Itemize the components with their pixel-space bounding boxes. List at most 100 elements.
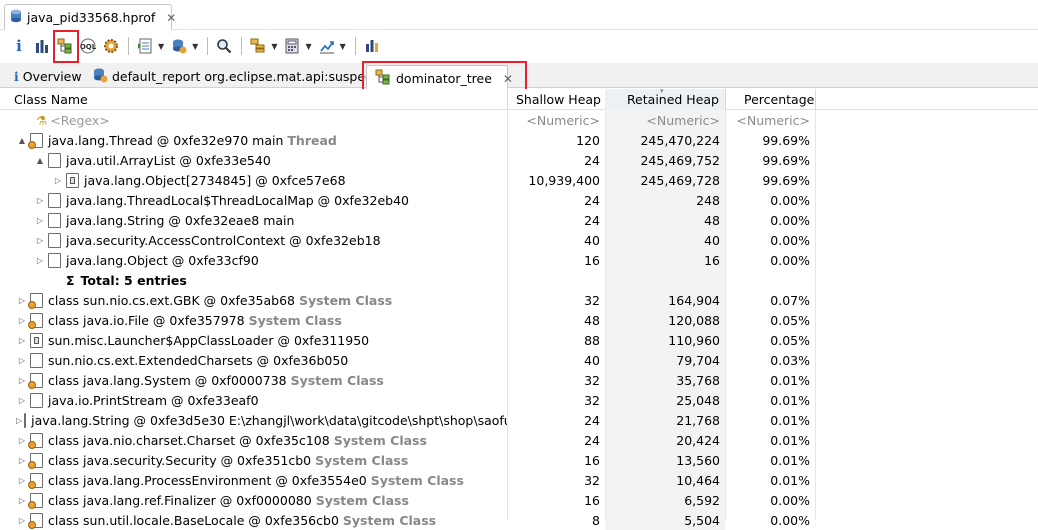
table-row[interactable]: ▷ java.io.PrintStream @ 0xfe33eaf0 32 25,04… (0, 390, 1038, 410)
expand-arrow-icon[interactable]: ▷ (16, 316, 28, 325)
table-row[interactable]: ▷ class java.io.File @ 0xfe357978 System C… (0, 310, 1038, 330)
table-row[interactable]: Σ Total: 5 entries (0, 270, 1038, 290)
class-name-cell[interactable]: ▷ java.io.PrintStream @ 0xfe33eaf0 (0, 390, 507, 410)
percentage-cell: 0.00% (770, 232, 810, 248)
object-icon (48, 252, 61, 268)
table-row[interactable]: ▷ java.lang.ThreadLocal$ThreadLocalMap @ … (0, 190, 1038, 210)
class-name-cell[interactable]: ▷ java.security.AccessControlContext @ 0x… (0, 230, 507, 250)
info-icon[interactable]: i (8, 35, 30, 57)
column-header-class-name[interactable]: Class Name (14, 89, 88, 110)
table-row[interactable]: ▷ class java.lang.System @ 0xf0000738 Syst… (0, 370, 1038, 390)
column-divider[interactable] (725, 89, 726, 110)
table-row[interactable]: ▷ class java.lang.ref.Finalizer @ 0xf0000… (0, 490, 1038, 510)
class-name-cell[interactable]: ▲ java.util.ArrayList @ 0xfe33e540 (0, 150, 507, 170)
class-name-cell[interactable]: ▷ class java.lang.ref.Finalizer @ 0xf0000… (0, 490, 507, 510)
class-name-cell[interactable]: Σ Total: 5 entries (0, 270, 507, 290)
chevron-down-icon[interactable]: ▼ (158, 42, 164, 51)
expand-arrow-icon[interactable]: ▷ (16, 356, 28, 365)
column-header-percentage[interactable]: Percentage (744, 89, 814, 110)
expand-arrow-icon[interactable]: ▷ (34, 256, 46, 265)
table-row[interactable]: ▷ java.lang.String @ 0xfe32eae8 main 24 48 0… (0, 210, 1038, 230)
column-divider[interactable] (815, 89, 816, 110)
chevron-down-icon[interactable]: ▼ (305, 42, 311, 51)
expand-arrow-icon[interactable]: ▷ (16, 456, 28, 465)
file-tab[interactable]: java_pid33568.hprof ✕ (4, 4, 176, 30)
table-row[interactable]: ▷ class java.security.Security @ 0xfe351c… (0, 450, 1038, 470)
table-row[interactable]: ▷ java.lang.Object @ 0xfe33cf90 16 16 0.00% (0, 250, 1038, 270)
expand-arrow-icon[interactable]: ▷ (52, 176, 64, 185)
shallow-heap-cell: 48 (584, 312, 600, 328)
class-name-cell[interactable]: ▷ class java.security.Security @ 0xfe351c… (0, 450, 507, 470)
column-header-shallow-heap[interactable]: Shallow Heap (516, 89, 601, 110)
oql-icon[interactable]: OQL (77, 35, 99, 57)
gear-icon[interactable] (100, 35, 122, 57)
table-row[interactable]: ▷ sun.misc.Launcher$AppClassLoader @ 0xfe… (0, 330, 1038, 350)
class-name-cell[interactable]: ▷ sun.misc.Launcher$AppClassLoader @ 0xfe… (0, 330, 507, 350)
tab-overview[interactable]: i Overview (14, 65, 82, 88)
retained-heap-cell: 48 (605, 210, 725, 230)
run-report-icon[interactable] (134, 35, 156, 57)
expand-arrow-icon[interactable]: ▷ (16, 496, 28, 505)
expand-arrow-icon[interactable]: ▷ (16, 296, 28, 305)
group-by-icon[interactable] (247, 35, 269, 57)
expand-arrow-icon[interactable]: ▷ (34, 236, 46, 245)
expand-arrow-icon[interactable]: ▷ (16, 336, 28, 345)
shallow-heap-cell: 120 (576, 132, 600, 148)
regex-filter-input[interactable]: ⚗ <Regex> (0, 110, 507, 130)
column-divider[interactable] (507, 89, 508, 110)
histogram-icon[interactable] (31, 35, 53, 57)
table-row[interactable]: ▲ java.lang.Thread @ 0xfe32e970 main Threa… (0, 130, 1038, 150)
expand-arrow-icon[interactable]: ▷ (16, 516, 28, 525)
class-name-cell[interactable]: ▲ java.lang.Thread @ 0xfe32e970 main Threa… (0, 130, 507, 150)
class-name-cell[interactable]: ▷ class sun.util.locale.BaseLocale @ 0xfe… (0, 510, 507, 530)
table-row[interactable]: ▷ class sun.nio.cs.ext.GBK @ 0xfe35ab68 Sy… (0, 290, 1038, 310)
calculator-icon[interactable] (281, 35, 303, 57)
class-name-cell[interactable]: ▷ java.lang.ThreadLocal$ThreadLocalMap @ … (0, 190, 507, 210)
table-row[interactable]: ▲ java.util.ArrayList @ 0xfe33e540 24 245,4… (0, 150, 1038, 170)
retained-filter-input[interactable]: <Numeric> (605, 110, 725, 130)
expand-arrow-icon[interactable]: ▷ (34, 196, 46, 205)
export-icon[interactable] (316, 35, 338, 57)
table-row[interactable]: ▷ class sun.util.locale.BaseLocale @ 0xfe… (0, 510, 1038, 530)
class-name-cell[interactable]: ▷ class java.lang.System @ 0xf0000738 Syst… (0, 370, 507, 390)
table-row[interactable]: ▷ java.lang.Object[2734845] @ 0xfce57e68 1… (0, 170, 1038, 190)
class-name-cell[interactable]: ▷ java.lang.Object @ 0xfe33cf90 (0, 250, 507, 270)
class-name-cell[interactable]: ▷ java.lang.String @ 0xfe32eae8 main (0, 210, 507, 230)
expand-arrow-icon[interactable]: ▷ (16, 376, 28, 385)
chevron-down-icon[interactable]: ▼ (192, 42, 198, 51)
table-row[interactable]: ▷ class java.lang.ProcessEnvironment @ 0x… (0, 470, 1038, 490)
expand-arrow-icon[interactable]: ▷ (16, 476, 28, 485)
close-icon[interactable]: ✕ (166, 11, 176, 25)
collapse-arrow-icon[interactable]: ▲ (16, 136, 28, 145)
object-label: class sun.nio.cs.ext.GBK @ 0xfe35ab68 (48, 292, 295, 308)
shallow-filter-input[interactable]: <Numeric> (507, 110, 605, 130)
query-browser-icon[interactable] (168, 35, 190, 57)
table-row[interactable]: ▷ java.lang.String @ 0xfe3d5e30 E:\zhangj… (0, 410, 1038, 430)
collapse-arrow-icon[interactable]: ▲ (34, 156, 46, 165)
class-name-cell[interactable]: ▷ class java.lang.ProcessEnvironment @ 0x… (0, 470, 507, 490)
class-name-cell[interactable]: ▷ class sun.nio.cs.ext.GBK @ 0xfe35ab68 Sy… (0, 290, 507, 310)
object-label: class java.security.Security @ 0xfe351cb… (48, 452, 312, 468)
column-header-retained-heap[interactable]: Retained Heap (605, 89, 725, 110)
expand-arrow-icon[interactable]: ▷ (16, 436, 28, 445)
tab-default-report[interactable]: default_report org.eclipse.mat.api:suspe… (92, 65, 383, 88)
percentage-filter-input[interactable]: <Numeric> (725, 110, 815, 130)
chevron-down-icon[interactable]: ▼ (340, 42, 346, 51)
table-row[interactable]: ▷ sun.nio.cs.ext.ExtendedCharsets @ 0xfe3… (0, 350, 1038, 370)
class-name-cell[interactable]: ▷ class java.nio.charset.Charset @ 0xfe35… (0, 430, 507, 450)
object-icon (48, 212, 61, 228)
expand-arrow-icon[interactable]: ▷ (16, 416, 22, 425)
shallow-heap-cell: 32 (584, 472, 600, 488)
percentage-cell: 0.00% (770, 512, 810, 528)
table-row[interactable]: ▷ java.security.AccessControlContext @ 0x… (0, 230, 1038, 250)
chevron-down-icon[interactable]: ▼ (271, 42, 277, 51)
class-name-cell[interactable]: ▷ class java.io.File @ 0xfe357978 System C… (0, 310, 507, 330)
class-name-cell[interactable]: ▷ java.lang.Object[2734845] @ 0xfce57e68 (0, 170, 507, 190)
expand-arrow-icon[interactable]: ▷ (34, 216, 46, 225)
search-icon[interactable] (213, 35, 235, 57)
class-name-cell[interactable]: ▷ java.lang.String @ 0xfe3d5e30 E:\zhangj… (0, 410, 507, 430)
heap-dump-icon[interactable] (361, 35, 383, 57)
expand-arrow-icon[interactable]: ▷ (16, 396, 28, 405)
table-row[interactable]: ▷ class java.nio.charset.Charset @ 0xfe35… (0, 430, 1038, 450)
class-name-cell[interactable]: ▷ sun.nio.cs.ext.ExtendedCharsets @ 0xfe3… (0, 350, 507, 370)
